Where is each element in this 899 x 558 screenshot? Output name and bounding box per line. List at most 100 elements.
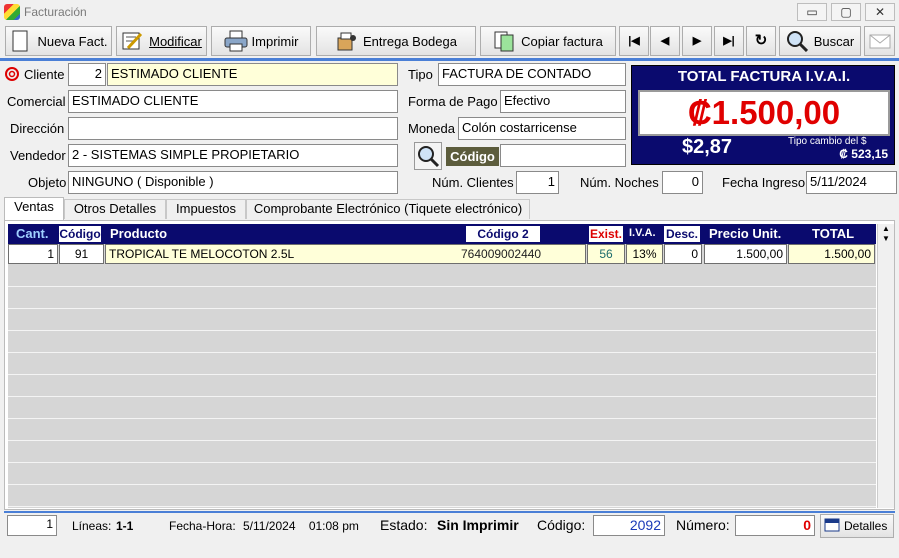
record-counter-field[interactable]: 1	[7, 515, 57, 536]
entrega-bodega-label: Entrega Bodega	[363, 33, 457, 49]
grid-scrollbar[interactable]: ▲ ▼	[877, 224, 894, 508]
imprimir-button[interactable]: Imprimir	[211, 26, 311, 56]
minimize-button[interactable]: ▭	[797, 3, 827, 21]
nueva-factura-button[interactable]: Nueva Fact.	[5, 26, 112, 56]
scroll-down-arrow-icon[interactable]: ▼	[878, 234, 894, 244]
num-noches-field[interactable]: 0	[662, 171, 703, 194]
cell-exist: 56	[587, 244, 625, 264]
title-bar: Facturación ▭ ▢ ✕	[0, 0, 899, 24]
cell-producto[interactable]: TROPICAL TE MELOCOTON 2.5L	[105, 244, 458, 264]
empty-row	[8, 486, 876, 507]
copiar-factura-label: Copiar factura	[521, 33, 603, 49]
cliente-label: Cliente	[24, 67, 65, 82]
tab-otros-detalles[interactable]: Otros Detalles	[64, 199, 166, 219]
tab-impuestos[interactable]: Impuestos	[166, 199, 246, 219]
codigo-status-field[interactable]: 2092	[593, 515, 665, 536]
codigo-search-button[interactable]	[414, 142, 442, 170]
comercial-field[interactable]: ESTIMADO CLIENTE	[68, 90, 398, 113]
fecha-hora-label: Fecha-Hora:	[169, 519, 236, 533]
grid-header: Cant. Código Producto Código 2 Exist. I.…	[8, 224, 876, 244]
moneda-label: Moneda	[408, 121, 455, 136]
cell-total: 1.500,00	[788, 244, 875, 264]
scroll-up-arrow-icon[interactable]: ▲	[878, 224, 894, 234]
estado-label: Estado:	[380, 517, 428, 533]
details-window-icon	[824, 517, 840, 536]
objeto-field[interactable]: NINGUNO ( Disponible )	[68, 171, 398, 194]
table-row[interactable]: 1 91 TROPICAL TE MELOCOTON 2.5L 76400900…	[8, 244, 876, 265]
codigo-field[interactable]	[500, 144, 626, 167]
empty-row	[8, 398, 876, 419]
col-iva[interactable]: I.V.A.	[629, 227, 656, 239]
num-noches-label: Núm. Noches	[580, 175, 659, 190]
search-icon	[418, 146, 440, 168]
forma-pago-label: Forma de Pago	[408, 94, 498, 109]
empty-row	[8, 442, 876, 463]
maximize-button[interactable]: ▢	[831, 3, 861, 21]
entrega-bodega-button[interactable]: Entrega Bodega	[316, 26, 476, 56]
email-button[interactable]	[864, 26, 895, 56]
cliente-name-field[interactable]: ESTIMADO CLIENTE	[107, 63, 398, 86]
numero-field[interactable]: 0	[735, 515, 815, 536]
num-clientes-field[interactable]: 1	[516, 171, 559, 194]
next-record-button[interactable]: ▶	[682, 26, 712, 56]
first-record-button[interactable]: |◀	[619, 26, 649, 56]
total-amount: ₡1.500,00	[638, 90, 890, 136]
close-button[interactable]: ✕	[865, 3, 895, 21]
tab-comprobante-electronico[interactable]: Comprobante Electrónico (Tiquete electró…	[246, 199, 530, 219]
empty-row	[8, 288, 876, 309]
comercial-label: Comercial	[7, 94, 66, 109]
col-total[interactable]: TOTAL	[812, 226, 854, 241]
cell-codigo2[interactable]: 764009002440	[458, 244, 586, 264]
fecha-ingreso-field[interactable]: 5/11/2024	[806, 171, 897, 194]
num-clientes-label: Núm. Clientes	[432, 175, 514, 190]
col-exist[interactable]: Exist.	[589, 226, 623, 242]
vendedor-field[interactable]: 2 - SISTEMAS SIMPLE PROPIETARIO	[68, 144, 398, 167]
total-title: TOTAL FACTURA I.V.A.I.	[677, 68, 851, 85]
cell-codigo[interactable]: 91	[59, 244, 104, 264]
detalles-button[interactable]: Detalles	[820, 514, 894, 538]
cliente-id-field[interactable]: 2	[68, 63, 106, 86]
col-desc[interactable]: Desc.	[664, 226, 700, 242]
empty-row	[8, 420, 876, 441]
modificar-button[interactable]: Modificar	[116, 26, 207, 56]
tab-ventas[interactable]: Ventas	[4, 197, 64, 220]
forma-pago-field[interactable]: Efectivo	[500, 90, 626, 113]
codigo-status-label: Código:	[537, 517, 586, 533]
buscar-button[interactable]: Buscar	[779, 26, 861, 56]
cell-desc[interactable]: 0	[664, 244, 702, 264]
edit-icon	[121, 30, 143, 52]
lineas-label: Líneas:	[72, 519, 112, 533]
previous-record-button[interactable]: ◀	[650, 26, 680, 56]
nueva-factura-label: Nueva Fact.	[37, 33, 108, 49]
at-sign-icon	[5, 67, 19, 81]
col-cant[interactable]: Cant.	[16, 226, 49, 241]
empty-row	[8, 464, 876, 485]
exchange-rate-value: ₡ 523,15	[839, 147, 888, 161]
total-usd: $2,87	[682, 136, 733, 158]
col-codigo[interactable]: Código	[59, 226, 101, 242]
col-producto[interactable]: Producto	[110, 226, 167, 241]
buscar-label: Buscar	[813, 33, 855, 49]
tipo-label: Tipo	[408, 67, 433, 82]
moneda-field[interactable]: Colón costarricense	[458, 117, 626, 140]
tipo-field[interactable]: FACTURA DE CONTADO	[438, 63, 626, 86]
direccion-field[interactable]	[68, 117, 398, 140]
new-document-icon	[9, 30, 31, 52]
direccion-label: Dirección	[10, 121, 65, 136]
search-icon	[786, 30, 808, 53]
cell-precio[interactable]: 1.500,00	[704, 244, 787, 264]
col-precio[interactable]: Precio Unit.	[709, 226, 781, 241]
empty-row	[8, 266, 876, 287]
col-codigo2[interactable]: Código 2	[466, 226, 540, 242]
last-record-button[interactable]: ▶|	[714, 26, 744, 56]
total-panel: TOTAL FACTURA I.V.A.I. ₡1.500,00 $2,87 T…	[631, 65, 895, 165]
imprimir-label: Imprimir	[251, 33, 299, 49]
cell-iva[interactable]: 13%	[626, 244, 663, 264]
cell-cant[interactable]: 1	[8, 244, 58, 264]
codigo-label: Código	[446, 147, 499, 166]
window-title: Facturación	[24, 5, 87, 19]
empty-row	[8, 354, 876, 375]
refresh-button[interactable]: ↻	[746, 26, 776, 56]
copiar-factura-button[interactable]: Copiar factura	[480, 26, 616, 56]
empty-row	[8, 310, 876, 331]
